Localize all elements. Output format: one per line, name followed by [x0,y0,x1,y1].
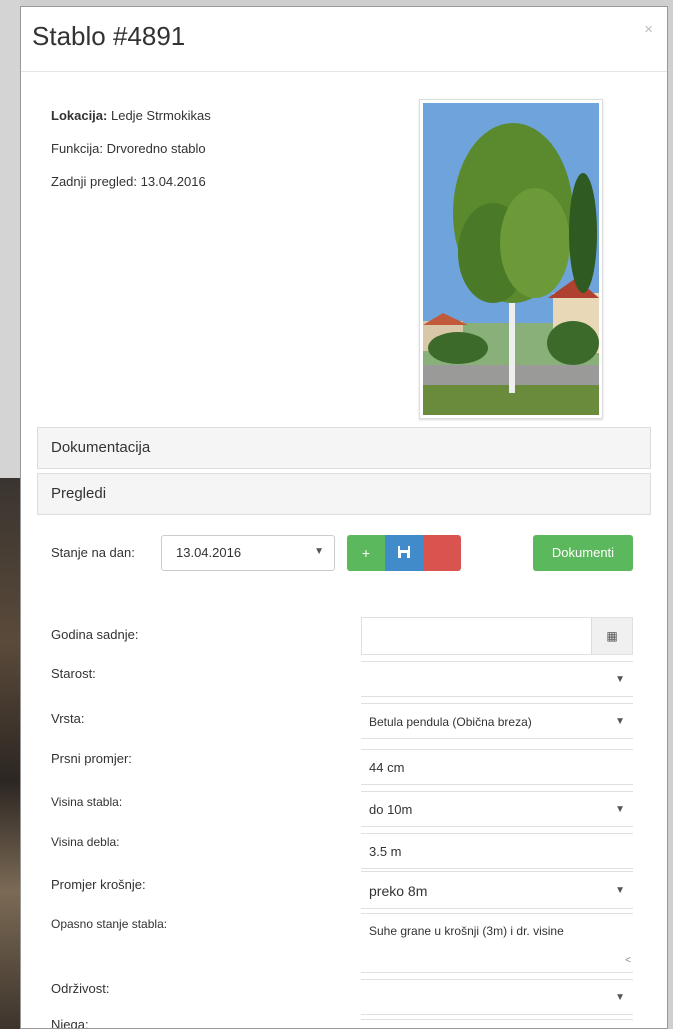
form-label: Prsni promjer: [51,751,132,766]
modal-header: Stablo #4891 × [21,7,667,72]
chevron-down-icon: ▼ [615,674,625,685]
resize-handle-icon[interactable]: < [625,952,631,970]
form-label: Promjer krošnje: [51,877,146,892]
age-select[interactable]: ▼ [361,661,633,697]
chevron-down-icon: ▼ [615,992,625,1003]
tree-info: Lokacija: Ledje Strmokikas Funkcija: Drv… [51,99,211,198]
chevron-down-icon: ▼ [615,804,625,815]
species-select[interactable]: Betula pendula (Obična breza) ▼ [361,703,633,739]
form-row-species: Vrsta: Betula pendula (Obična breza) ▼ [51,703,633,743]
documents-button[interactable]: Dokumenti [533,535,633,571]
save-state-button[interactable] [385,535,423,571]
modal-title: Stablo #4891 [32,21,186,51]
form-row-care: Njega: ▼ [51,1015,633,1029]
page-backdrop [0,0,20,478]
state-date-select[interactable]: 13.04.2016 ▼ [161,535,335,571]
form-row-age: Starost: ▼ [51,657,633,697]
calendar-icon[interactable]: ▦ [591,618,632,654]
chevron-down-icon: ▼ [615,885,625,896]
plus-icon: + [361,545,371,561]
form-label: Njega: [51,1017,89,1029]
tree-height-select[interactable]: do 10m ▼ [361,791,633,827]
form-row-crown-diameter: Promjer krošnje: preko 8m ▼ [51,871,633,911]
close-icon[interactable]: × [644,21,653,38]
last-review-line: Zadnji pregled: 13.04.2016 [51,174,206,189]
panel-documentation[interactable]: Dokumentacija [37,427,651,469]
form-label: Starost: [51,666,96,681]
planting-year-field[interactable]: ▦ [361,617,633,655]
state-row: Stanje na dan: 13.04.2016 ▼ + Dokumenti [51,535,641,573]
form-label: Vrsta: [51,711,85,726]
form-label: Visina stabla: [51,795,123,809]
sustainability-select[interactable]: ▼ [361,979,633,1015]
form-label: Godina sadnje: [51,627,139,642]
form-row-sustainability: Održivost: ▼ [51,975,633,1015]
panel-reviews[interactable]: Pregledi [37,473,651,515]
chevron-down-icon: ▼ [615,1020,625,1028]
chevron-down-icon: ▼ [615,716,625,727]
care-select[interactable]: ▼ [361,1019,633,1028]
form-row-diameter: Prsni promjer: 44 cm [51,745,633,785]
form-label: Opasno stanje stabla: [51,917,168,931]
state-date-label: Stanje na dan: [51,545,135,560]
hazard-textarea[interactable]: Suhe grane u krošnji (3m) i dr. visine < [361,913,633,973]
floppy-icon [398,546,410,558]
form-row-trunk-height: Visina debla: 3.5 m [51,829,633,869]
crown-diameter-select[interactable]: preko 8m ▼ [361,871,633,909]
delete-state-button[interactable] [423,535,461,571]
tree-modal: Stablo #4891 × Lokacija: Ledje Strmokika… [20,6,668,1029]
form-row-tree-height: Visina stabla: do 10m ▼ [51,787,633,827]
form-label: Visina debla: [51,835,120,849]
form-label: Održivost: [51,981,110,996]
add-state-button[interactable]: + [347,535,385,571]
form-row-planting-year: Godina sadnje: ▦ [51,617,633,657]
diameter-input[interactable]: 44 cm [361,749,633,785]
location-line: Lokacija: Ledje Strmokikas [51,108,211,123]
form-row-hazard: Opasno stanje stabla: Suhe grane u krošn… [51,913,633,975]
trunk-height-input[interactable]: 3.5 m [361,833,633,869]
chevron-down-icon: ▼ [314,546,324,557]
function-line: Funkcija: Drvoredno stablo [51,141,206,156]
tree-photo[interactable] [419,99,603,419]
